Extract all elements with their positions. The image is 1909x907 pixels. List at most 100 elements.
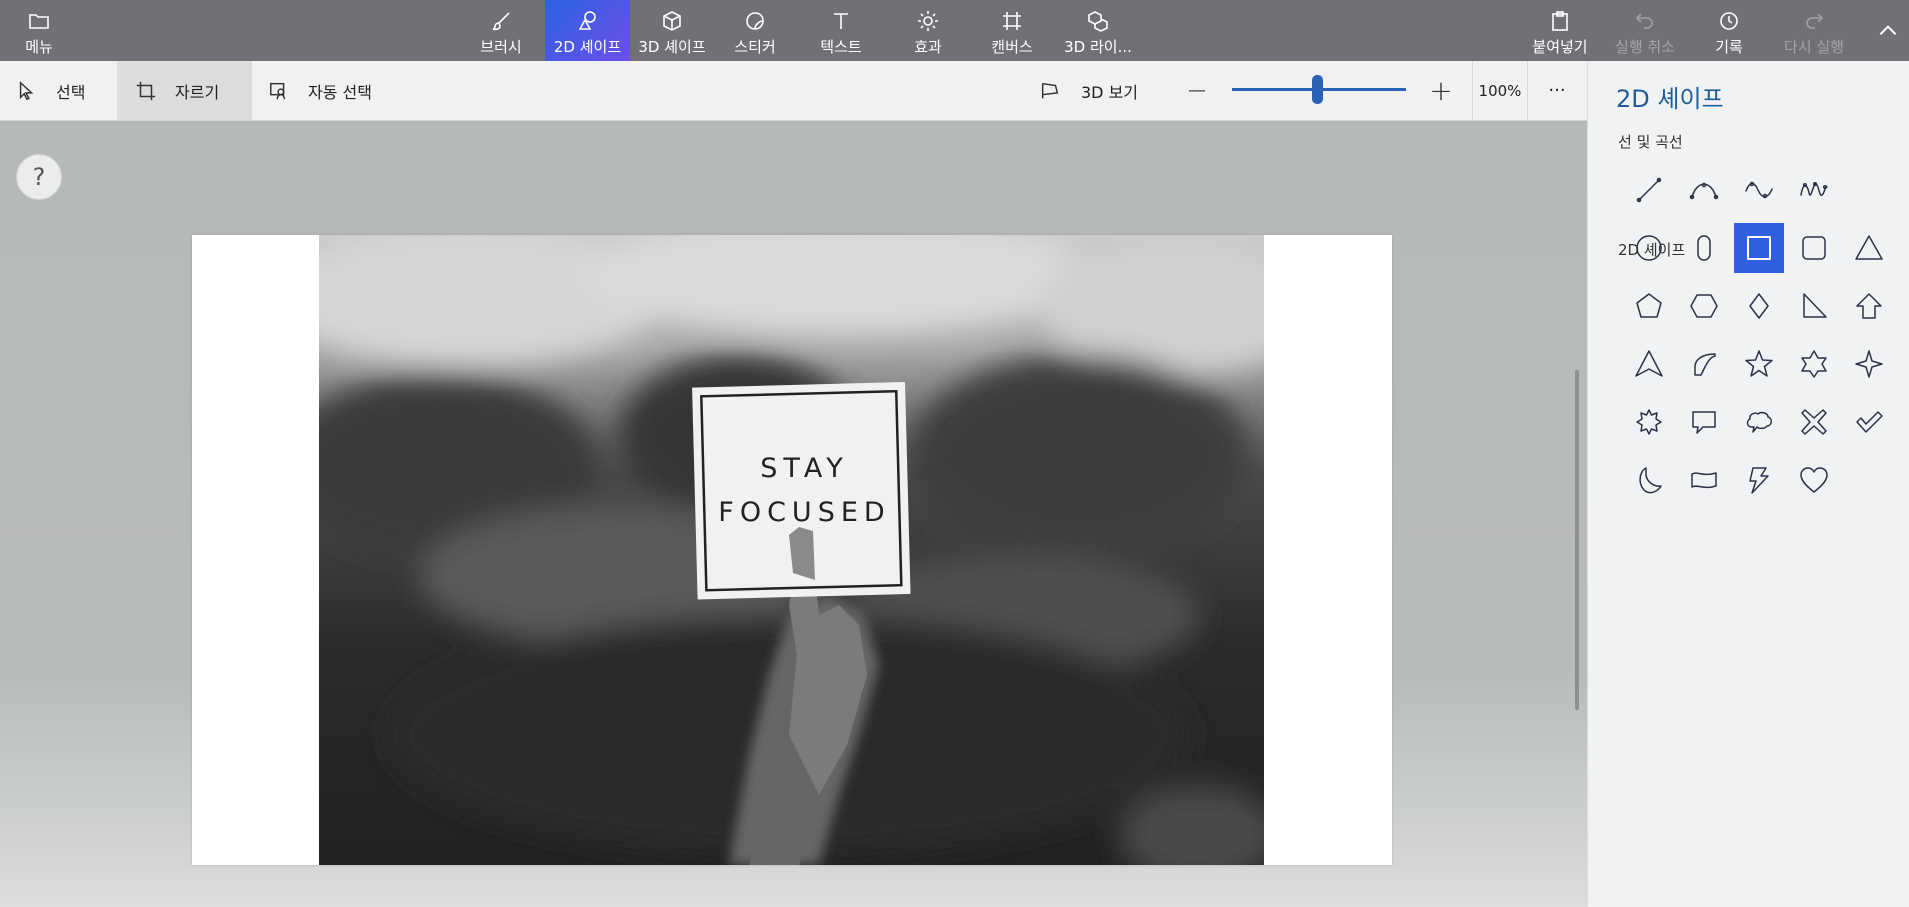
- three-point-curve-icon: [1800, 181, 1828, 196]
- canvas-icon: [1003, 12, 1021, 30]
- heart-icon: [1800, 467, 1828, 493]
- speech-bubble-shape[interactable]: [1679, 397, 1729, 447]
- lightning-shape[interactable]: [1734, 455, 1784, 505]
- hexagon-shape[interactable]: [1679, 281, 1729, 331]
- checkmark-shape[interactable]: [1844, 397, 1894, 447]
- checkmark-icon: [1856, 411, 1883, 433]
- toolbar-divider: [1527, 61, 1528, 120]
- thought-bubble-icon: [1746, 411, 1772, 433]
- tool-text[interactable]: 텍스트: [806, 0, 876, 61]
- two-point-curve-icon: [1745, 181, 1773, 199]
- top-ribbon: 메뉴 브러시 2D 셰이프 3D 셰이프 스티커 텍스트 효과 캔버스 3D 라…: [0, 0, 1909, 61]
- diamond-icon: [1749, 293, 1769, 319]
- text-icon: [834, 13, 848, 29]
- crop-button[interactable]: 자르기: [117, 61, 252, 120]
- tool-3d-library[interactable]: 3D 라이...: [1058, 0, 1138, 61]
- more-options-button[interactable]: ···: [1535, 61, 1579, 120]
- menu-label: 메뉴: [25, 38, 53, 56]
- two-point-curve-shape[interactable]: [1734, 165, 1784, 215]
- tool-label: 3D 셰이프: [638, 38, 706, 56]
- tool-canvas[interactable]: 캔버스: [977, 0, 1047, 61]
- five-point-star-shape[interactable]: [1734, 339, 1784, 389]
- line-shape[interactable]: [1624, 165, 1674, 215]
- right-triangle-shape[interactable]: [1789, 281, 1839, 331]
- pentagon-shape[interactable]: [1624, 281, 1674, 331]
- burst-icon: [1636, 409, 1662, 435]
- circle-shape[interactable]: [1624, 223, 1674, 273]
- rounded-square-shape[interactable]: [1789, 223, 1839, 273]
- magic-select-button[interactable]: 자동 선택: [268, 61, 398, 120]
- canvas-photo: STAY FOCUSED: [319, 235, 1264, 865]
- arrow-up-shape[interactable]: [1844, 281, 1894, 331]
- tool-brushes[interactable]: 브러시: [466, 0, 536, 61]
- burst-shape[interactable]: [1624, 397, 1674, 447]
- redo-label: 다시 실행: [1784, 38, 1844, 56]
- arrow-up-icon: [1856, 293, 1882, 319]
- card-text-line2: FOCUSED: [718, 497, 891, 528]
- folder-icon: [29, 14, 49, 29]
- select-button[interactable]: 선택: [16, 61, 116, 120]
- banner-shape[interactable]: [1679, 455, 1729, 505]
- heart-shape[interactable]: [1789, 455, 1839, 505]
- arrowhead-shape[interactable]: [1624, 339, 1674, 389]
- crescent-moon-shape[interactable]: [1624, 455, 1674, 505]
- magic-select-label: 자동 선택: [308, 82, 372, 102]
- paste-label: 붙여넣기: [1532, 38, 1588, 56]
- history-button[interactable]: 기록: [1706, 0, 1752, 61]
- three-point-curve-shape[interactable]: [1789, 165, 1839, 215]
- crop-label: 자르기: [175, 82, 220, 102]
- history-label: 기록: [1715, 38, 1743, 56]
- line-icon: [1636, 177, 1662, 203]
- zoom-in-label: +: [1429, 74, 1453, 107]
- four-point-star-shape[interactable]: [1844, 339, 1894, 389]
- triangle-shape[interactable]: [1844, 223, 1894, 273]
- tool-options-bar: 선택 자르기 자동 선택 3D 보기 — + 100% ···: [0, 61, 1587, 121]
- 3d-view-button[interactable]: 3D 보기: [1039, 61, 1159, 120]
- speech-bubble-icon: [1692, 411, 1716, 434]
- thought-bubble-shape[interactable]: [1734, 397, 1784, 447]
- crescent-moon-icon: [1639, 467, 1662, 494]
- card-text-line1: STAY: [760, 453, 849, 484]
- tool-stickers[interactable]: 스티커: [720, 0, 790, 61]
- effects-icon: [918, 11, 938, 31]
- zoom-out-button[interactable]: —: [1183, 61, 1211, 120]
- menu-button[interactable]: 메뉴: [18, 0, 60, 61]
- chevron-up-icon: [1879, 24, 1897, 35]
- pill-shape[interactable]: [1679, 223, 1729, 273]
- tool-2d-shapes[interactable]: 2D 셰이프: [545, 0, 630, 61]
- collapse-ribbon-button[interactable]: [1867, 0, 1909, 61]
- crop-icon: [136, 81, 156, 100]
- magic-select-icon: [270, 82, 286, 99]
- 2d-shapes-icon: [578, 11, 596, 30]
- vertical-scrollbar[interactable]: [1575, 370, 1579, 710]
- curve-shape[interactable]: [1679, 165, 1729, 215]
- 3d-library-icon: [1088, 11, 1108, 32]
- pointer-icon: [19, 80, 34, 100]
- more-icon: ···: [1548, 80, 1566, 101]
- undo-button[interactable]: 실행 취소: [1610, 0, 1680, 61]
- lightning-icon: [1749, 467, 1769, 494]
- square-shape[interactable]: [1734, 223, 1784, 273]
- arrowhead-icon: [1635, 350, 1663, 377]
- zoom-slider-thumb[interactable]: [1312, 75, 1323, 104]
- six-point-star-shape[interactable]: [1789, 339, 1839, 389]
- tool-effects[interactable]: 효과: [893, 0, 963, 61]
- zoom-level[interactable]: 100%: [1473, 61, 1527, 120]
- diamond-shape[interactable]: [1734, 281, 1784, 331]
- circle-icon: [1636, 235, 1662, 261]
- redo-button[interactable]: 다시 실행: [1778, 0, 1850, 61]
- tool-label: 텍스트: [820, 38, 862, 56]
- undo-icon: [1635, 13, 1653, 29]
- brush-icon: [492, 12, 510, 31]
- help-button[interactable]: ?: [16, 154, 62, 200]
- right-triangle-icon: [1803, 293, 1827, 318]
- history-icon: [1720, 12, 1738, 30]
- tool-label: 효과: [914, 38, 942, 56]
- quarter-circle-shape[interactable]: [1679, 339, 1729, 389]
- photo-image: [319, 235, 1264, 865]
- tool-3d-shapes[interactable]: 3D 셰이프: [634, 0, 710, 61]
- pentagon-icon: [1636, 293, 1662, 318]
- paste-button[interactable]: 붙여넣기: [1529, 0, 1591, 61]
- zoom-in-button[interactable]: +: [1426, 61, 1456, 120]
- x-shape[interactable]: [1789, 397, 1839, 447]
